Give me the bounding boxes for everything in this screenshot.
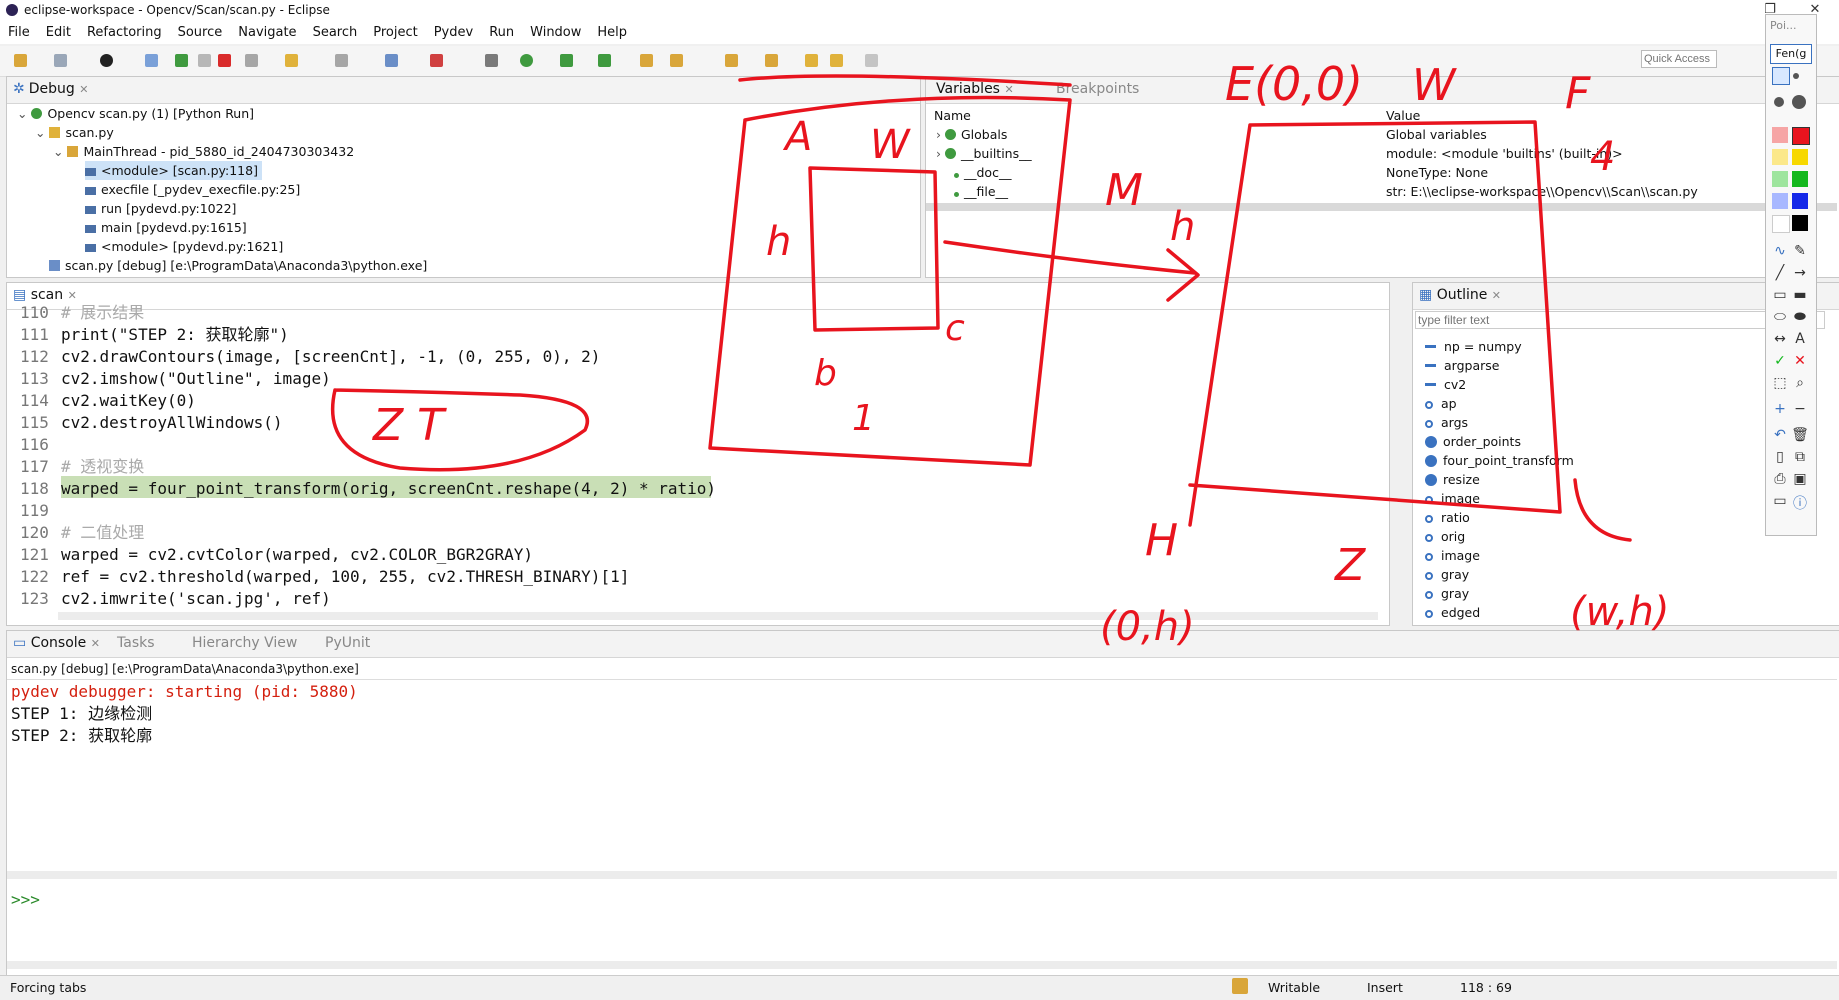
annotation-label: b [814, 353, 837, 394]
annotation-label: M [1105, 165, 1143, 216]
annotation-label: E(0,0) [1225, 57, 1363, 111]
annotation-label: W [870, 122, 911, 168]
annotation-label: h [1170, 204, 1195, 250]
annotation-label: 1 [852, 398, 875, 439]
annotation-label: c [945, 308, 965, 349]
annotation-label: W [1412, 60, 1457, 111]
pen-annotation-overlay: A W h b c 1 Z T E(0,0) W F M h H Z (0,h)… [330, 57, 1669, 650]
annotation-stroke [738, 74, 1072, 87]
annotation-label: 4 [1590, 134, 1615, 180]
annotation-label: F [1565, 68, 1591, 119]
annotation-arrow [943, 240, 1200, 302]
annotation-label: Z [1334, 540, 1366, 591]
annotation-label: (w,h) [1570, 589, 1669, 635]
annotation-label: H [1145, 515, 1178, 566]
annotation-rect-inner [808, 166, 940, 332]
annotation-stroke [1573, 478, 1632, 542]
annotation-label: (0,h) [1100, 604, 1195, 650]
annotation-rect-target [1188, 120, 1562, 527]
annotation-label: Z T [372, 400, 447, 451]
annotation-label: h [766, 219, 791, 265]
annotation-label: A [782, 114, 812, 160]
annotation-circle-zt [330, 388, 590, 472]
